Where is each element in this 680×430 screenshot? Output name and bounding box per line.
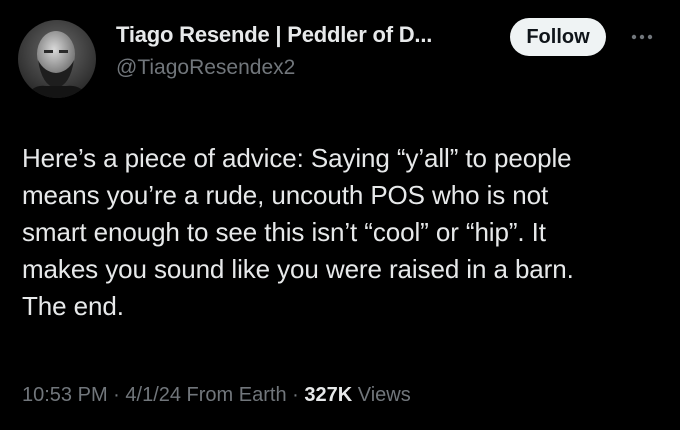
meta-separator: · xyxy=(286,384,305,406)
follow-button[interactable]: Follow xyxy=(510,18,606,56)
tweet-meta: 10:53 PM · 4/1/24 From Earth · 327K View… xyxy=(22,384,411,407)
avatar-image xyxy=(18,20,96,98)
views-label: Views xyxy=(352,384,411,406)
more-options-button[interactable] xyxy=(622,22,662,52)
tweet-card: Tiago Resende | Peddler of D... @TiagoRe… xyxy=(0,0,680,430)
author-display-name[interactable]: Tiago Resende | Peddler of D... xyxy=(116,22,432,48)
more-horizontal-icon xyxy=(631,34,653,40)
tweet-text: Here’s a piece of advice: Saying “y’all”… xyxy=(22,143,574,321)
tweet-source: From Earth xyxy=(181,384,287,406)
author-handle[interactable]: @TiagoResendex2 xyxy=(116,56,295,80)
meta-separator: · xyxy=(107,384,126,406)
views-count[interactable]: 327K xyxy=(304,384,352,406)
author-name-row[interactable]: Tiago Resende | Peddler of D... xyxy=(116,22,432,48)
tweet-date[interactable]: 4/1/24 xyxy=(125,384,181,406)
tweet-time[interactable]: 10:53 PM xyxy=(22,384,108,406)
avatar[interactable] xyxy=(18,20,96,98)
